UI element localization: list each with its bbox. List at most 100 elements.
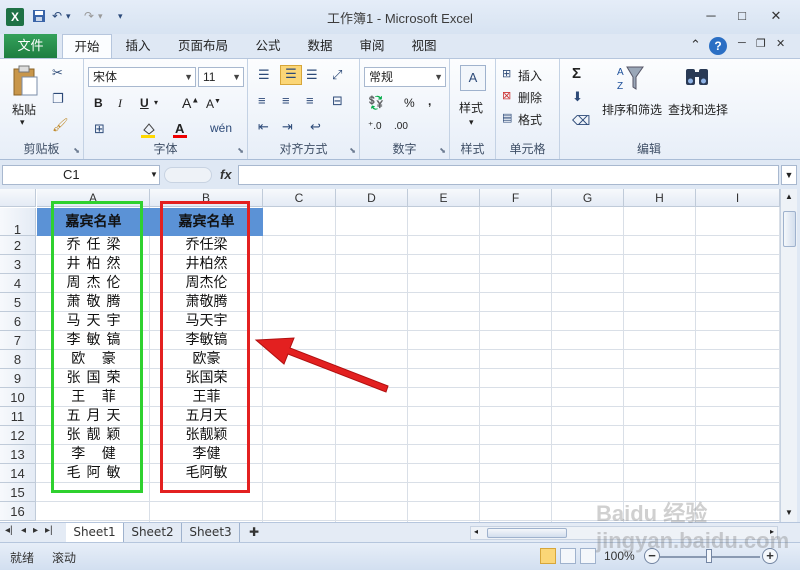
font-launcher-icon[interactable]: ⬊ xyxy=(237,146,244,155)
normal-view-button[interactable] xyxy=(540,548,556,564)
percent-button[interactable]: % xyxy=(404,96,415,110)
align-left-icon[interactable]: ≡ xyxy=(258,93,266,108)
column-header-d[interactable]: D xyxy=(336,189,408,207)
orientation-icon[interactable]: ⤢ xyxy=(332,67,342,83)
row-header-14[interactable]: 14 xyxy=(0,464,36,483)
workbook-restore-icon[interactable]: ❐ xyxy=(756,37,766,50)
column-header-i[interactable]: I xyxy=(696,189,780,207)
row-header-8[interactable]: 8 xyxy=(0,350,36,369)
border-icon[interactable]: ⊞ xyxy=(94,121,105,137)
row-header-9[interactable]: 9 xyxy=(0,369,36,388)
decrease-font-icon[interactable]: A▼ xyxy=(206,97,221,111)
fill-color-icon[interactable] xyxy=(140,121,158,142)
font-name-combo[interactable]: 宋体 ▼ xyxy=(88,67,196,87)
tab-file[interactable]: 文件 xyxy=(4,34,57,58)
styles-button[interactable]: 样式 xyxy=(459,99,483,116)
tab-page-layout[interactable]: 页面布局 xyxy=(168,34,238,58)
scroll-up-icon[interactable]: ▲ xyxy=(785,192,793,201)
row-header-6[interactable]: 6 xyxy=(0,312,36,331)
tab-insert[interactable]: 插入 xyxy=(116,34,160,58)
paste-button[interactable]: 粘贴 xyxy=(12,101,36,118)
row-header-10[interactable]: 10 xyxy=(0,388,36,407)
number-launcher-icon[interactable]: ⬊ xyxy=(439,146,446,155)
page-break-view-button[interactable] xyxy=(580,548,596,564)
autosum-button[interactable]: Σ xyxy=(572,65,581,82)
merge-center-icon[interactable]: ⊟ xyxy=(332,93,343,109)
align-top-icon[interactable]: ☰ xyxy=(258,67,270,83)
vertical-scroll-thumb[interactable] xyxy=(783,211,796,247)
paste-icon[interactable] xyxy=(10,65,40,99)
delete-cells-button[interactable]: 删除 xyxy=(518,89,542,106)
styles-icon[interactable]: A xyxy=(460,65,486,91)
format-cells-button[interactable]: 格式 xyxy=(518,111,542,128)
row-header-11[interactable]: 11 xyxy=(0,407,36,426)
underline-button[interactable]: U xyxy=(140,96,149,110)
column-header-f[interactable]: F xyxy=(480,189,552,207)
maximize-button[interactable]: □ xyxy=(728,6,756,26)
row-header-1[interactable]: 1 xyxy=(0,208,36,237)
row-header-3[interactable]: 3 xyxy=(0,255,36,274)
column-header-e[interactable]: E xyxy=(408,189,480,207)
minimize-button[interactable]: ─ xyxy=(697,6,725,26)
cut-icon[interactable]: ✂ xyxy=(52,65,63,81)
increase-indent-icon[interactable]: ⇥ xyxy=(282,119,293,135)
row-header-12[interactable]: 12 xyxy=(0,426,36,445)
prev-sheet-icon[interactable]: ◂ xyxy=(21,525,26,536)
find-select-button[interactable]: 查找和选择 xyxy=(668,101,728,118)
row-header-7[interactable]: 7 xyxy=(0,331,36,350)
copy-icon[interactable]: ❐ xyxy=(52,91,64,107)
sort-filter-button[interactable]: 排序和筛选 xyxy=(602,101,662,118)
paste-dropdown-icon[interactable]: ▾ xyxy=(20,117,25,128)
underline-dropdown-icon[interactable]: ▾ xyxy=(154,98,158,107)
clear-icon[interactable]: ⌫ xyxy=(572,113,590,129)
help-icon[interactable]: ? xyxy=(709,37,727,55)
first-sheet-icon[interactable]: ◂| xyxy=(5,525,13,536)
clipboard-launcher-icon[interactable]: ⬊ xyxy=(73,146,80,155)
next-sheet-icon[interactable]: ▸ xyxy=(33,525,38,536)
workbook-close-icon[interactable]: ✕ xyxy=(776,37,785,50)
wrap-text-icon[interactable]: ↩ xyxy=(310,119,321,135)
horizontal-scroll-thumb[interactable] xyxy=(487,528,567,538)
page-layout-view-button[interactable] xyxy=(560,548,576,564)
find-select-icon[interactable] xyxy=(682,63,712,93)
increase-decimal-icon[interactable]: ⁺.0 xyxy=(368,121,382,132)
align-middle-icon[interactable]: ☰ xyxy=(280,65,302,85)
tab-review[interactable]: 审阅 xyxy=(350,34,394,58)
ribbon-collapse-icon[interactable]: ⌃ xyxy=(690,37,701,53)
name-box-dropdown-icon[interactable]: ▼ xyxy=(150,170,158,179)
tab-data[interactable]: 数据 xyxy=(298,34,342,58)
italic-button[interactable]: I xyxy=(118,96,122,111)
workbook-minimize-icon[interactable]: ─ xyxy=(738,37,746,49)
align-bottom-icon[interactable]: ☰ xyxy=(306,67,318,83)
name-box[interactable]: C1 xyxy=(2,165,160,185)
column-header-h[interactable]: H xyxy=(624,189,696,207)
bold-button[interactable]: B xyxy=(94,96,103,110)
comma-button[interactable]: , xyxy=(428,94,431,108)
row-header-15[interactable]: 15 xyxy=(0,483,36,502)
format-painter-icon[interactable]: 🖌 xyxy=(52,117,69,133)
sheet-tab-2[interactable]: Sheet2 xyxy=(124,523,182,542)
insert-cells-icon[interactable]: ⊞ xyxy=(502,67,511,80)
format-cells-icon[interactable]: ▤ xyxy=(502,111,512,124)
close-button[interactable]: ✕ xyxy=(762,6,790,26)
delete-cells-icon[interactable]: ⊠ xyxy=(502,89,511,102)
insert-function-icon[interactable]: fx xyxy=(220,167,232,182)
sheet-tab-3[interactable]: Sheet3 xyxy=(182,523,240,542)
formula-input[interactable] xyxy=(238,165,779,185)
currency-icon[interactable]: 💱 xyxy=(368,95,384,111)
row-header-4[interactable]: 4 xyxy=(0,274,36,293)
tab-home[interactable]: 开始 xyxy=(62,34,112,59)
last-sheet-icon[interactable]: ▸| xyxy=(45,525,53,536)
tab-view[interactable]: 视图 xyxy=(402,34,446,58)
insert-sheet-icon[interactable]: ✚ xyxy=(242,523,266,542)
number-format-combo[interactable]: 常规 ▼ xyxy=(364,67,446,87)
alignment-launcher-icon[interactable]: ⬊ xyxy=(349,146,356,155)
align-center-icon[interactable]: ≡ xyxy=(282,93,290,108)
decrease-decimal-icon[interactable]: .00 xyxy=(394,121,408,132)
phonetic-icon[interactable]: wén xyxy=(210,121,232,135)
insert-cells-button[interactable]: 插入 xyxy=(518,67,542,84)
align-right-icon[interactable]: ≡ xyxy=(306,93,314,108)
sheet-tab-1[interactable]: Sheet1 xyxy=(66,523,124,542)
fill-icon[interactable]: ⬇ xyxy=(572,89,583,105)
tab-formulas[interactable]: 公式 xyxy=(246,34,290,58)
